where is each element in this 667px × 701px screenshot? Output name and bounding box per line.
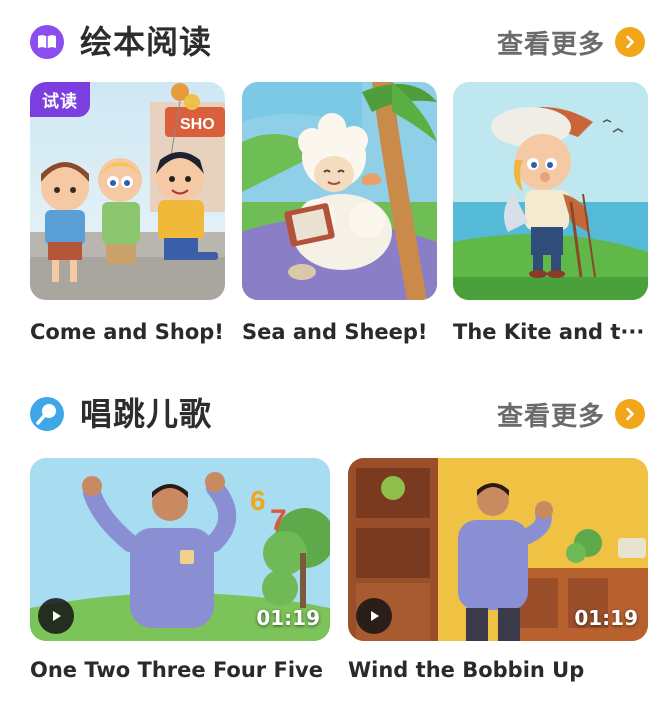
- songs-title: 唱跳儿歌: [80, 395, 213, 433]
- more-label: 查看更多: [496, 401, 605, 432]
- trial-badge: 试读: [30, 82, 90, 117]
- song-title: One Two Three Four Five: [30, 658, 323, 682]
- svg-text:6: 6: [250, 485, 266, 516]
- book-cover-come-and-shop: SHO 试读: [30, 82, 225, 300]
- book-cover-sea-and-sheep: [242, 82, 437, 300]
- songs-more-link[interactable]: 查看更多: [497, 394, 645, 434]
- book-title: Come and Shop!: [30, 320, 224, 344]
- song-video-thumbnail: 01:19: [348, 458, 648, 641]
- video-duration: 01:19: [574, 606, 638, 630]
- song-card-one-two-three[interactable]: 6 7 01:19 One Two Three Four Five: [30, 458, 330, 693]
- book-card-come-and-shop[interactable]: SHO 试读 Come and Shop!: [30, 82, 225, 352]
- song-video-thumbnail: 6 7 01:19: [30, 458, 330, 641]
- songs-header: 唱跳儿歌 查看更多: [0, 394, 667, 444]
- play-icon[interactable]: [356, 598, 392, 634]
- more-label: 查看更多: [496, 29, 605, 60]
- song-card-wind-the-bobbin[interactable]: 01:19 Wind the Bobbin Up: [348, 458, 648, 693]
- book-title: The Kite and t···: [453, 320, 645, 344]
- book-title: Sea and Sheep!: [242, 320, 428, 344]
- chevron-right-icon: [615, 399, 645, 429]
- picture-books-header: 绘本阅读 查看更多: [0, 22, 667, 72]
- svg-text:7: 7: [270, 504, 287, 537]
- picture-books-more-link[interactable]: 查看更多: [497, 22, 645, 62]
- open-book-icon: [30, 25, 64, 59]
- svg-text:SHO: SHO: [180, 116, 215, 133]
- book-cover-the-kite: [453, 82, 648, 300]
- microphone-icon: [30, 397, 64, 431]
- video-duration: 01:19: [256, 606, 320, 630]
- chevron-right-icon: [615, 27, 645, 57]
- picture-books-title: 绘本阅读: [80, 23, 213, 61]
- book-card-sea-and-sheep[interactable]: Sea and Sheep!: [242, 82, 437, 352]
- song-title: Wind the Bobbin Up: [348, 658, 585, 682]
- play-icon[interactable]: [38, 598, 74, 634]
- book-card-the-kite[interactable]: The Kite and t···: [453, 82, 648, 352]
